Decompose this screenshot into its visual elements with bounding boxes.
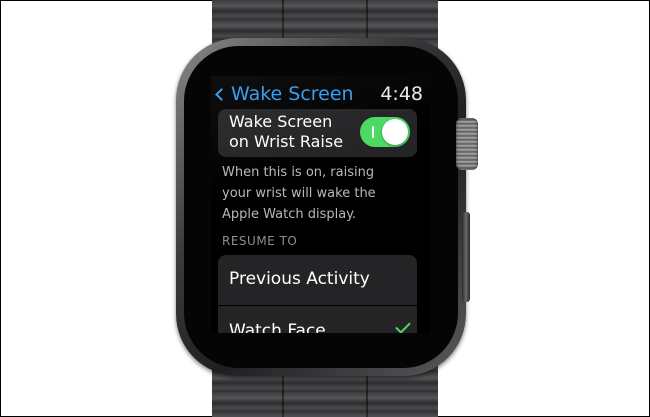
back-button-label: Wake Screen [231, 83, 354, 105]
toggle-label-line: on Wrist Raise [229, 132, 344, 151]
wake-screen-toggle-row[interactable]: Wake Screen on Wrist Raise [218, 109, 417, 157]
option-previous-activity[interactable]: Previous Activity [218, 255, 417, 304]
resume-to-section-header: RESUME TO [222, 234, 298, 248]
wake-screen-toggle-label: Wake Screen on Wrist Raise [229, 112, 369, 152]
list-divider [218, 305, 417, 306]
chevron-left-icon [215, 88, 228, 101]
wake-screen-toggle-switch[interactable] [360, 117, 410, 147]
digital-crown[interactable] [456, 118, 478, 170]
side-button[interactable] [462, 212, 470, 302]
status-bar: Wake Screen 4:48 [211, 81, 430, 107]
toggle-knob [382, 119, 408, 145]
description-line: When this is on, raising [222, 165, 375, 180]
back-button[interactable]: Wake Screen [215, 81, 354, 107]
clock-time: 4:48 [380, 83, 423, 105]
resume-to-options: Previous Activity Watch Face [218, 255, 417, 333]
toggle-description: When this is on, raising your wrist will… [222, 162, 422, 225]
toggle-on-indicator-icon [372, 126, 374, 138]
option-label: Watch Face [229, 321, 326, 333]
option-label: Previous Activity [229, 269, 370, 289]
description-line: your wrist will wake the [222, 186, 376, 201]
checkmark-icon [395, 318, 411, 333]
toggle-label-line: Wake Screen [229, 112, 333, 131]
option-watch-face[interactable]: Watch Face [218, 307, 417, 333]
description-line: Apple Watch display. [222, 207, 357, 222]
watch-screen: Wake Screen 4:48 Wake Screen on Wrist Ra… [211, 76, 430, 333]
